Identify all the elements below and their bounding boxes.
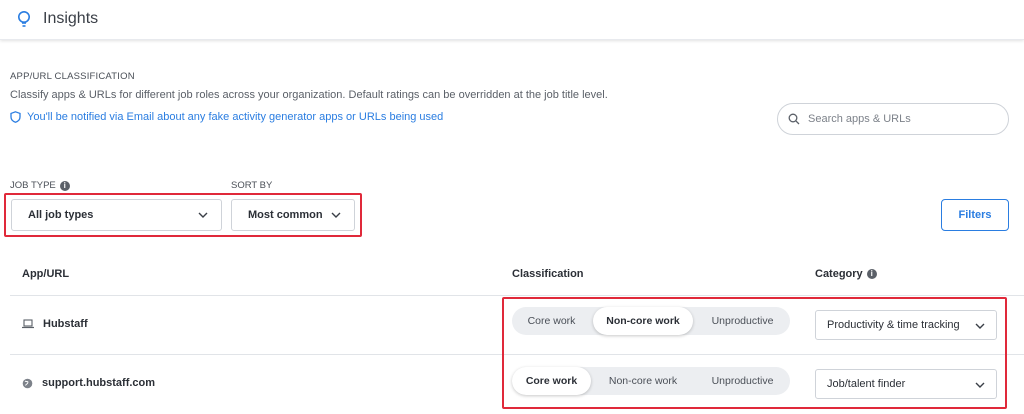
info-icon[interactable]: i (866, 269, 877, 279)
category-value: Productivity & time tracking (827, 319, 960, 331)
globe-icon (22, 378, 33, 388)
job-type-select[interactable]: All job types (11, 199, 222, 231)
table-row-name[interactable]: support.hubstaff.com (22, 377, 155, 389)
page-title: Insights (43, 10, 99, 27)
classification-toggle[interactable]: Core work Non-core work Unproductive (512, 367, 790, 395)
shield-icon (10, 111, 21, 123)
category-header-text: Category (815, 268, 863, 280)
column-header-app[interactable]: App/URL (22, 268, 69, 280)
filters-button[interactable]: Filters (941, 199, 1009, 231)
classification-toggle[interactable]: Core work Non-core work Unproductive (512, 307, 790, 335)
table-row-name[interactable]: Hubstaff (22, 318, 88, 330)
chevron-down-icon (331, 212, 341, 218)
app-name: support.hubstaff.com (42, 377, 156, 389)
category-value: Job/talent finder (827, 378, 906, 390)
chevron-down-icon (975, 323, 985, 329)
info-icon[interactable]: i (59, 180, 70, 191)
sort-by-select[interactable]: Most common (231, 199, 355, 231)
non-core-work-option[interactable]: Non-core work (593, 307, 693, 335)
section-label: APP/URL CLASSIFICATION (10, 71, 135, 82)
column-header-classification[interactable]: Classification (512, 268, 584, 280)
unproductive-option[interactable]: Unproductive (695, 367, 790, 395)
section-description: Classify apps & URLs for different job r… (10, 89, 608, 101)
app-name: Hubstaff (43, 318, 88, 330)
sort-by-label-text: SORT BY (231, 180, 273, 191)
chevron-down-icon (975, 382, 985, 388)
search-box[interactable] (777, 103, 1009, 135)
sort-by-value: Most common (248, 209, 323, 221)
category-select[interactable]: Job/talent finder (815, 369, 997, 399)
search-icon (788, 113, 800, 125)
unproductive-option[interactable]: Unproductive (695, 307, 790, 335)
job-type-value: All job types (28, 209, 94, 221)
core-work-option[interactable]: Core work (512, 367, 591, 395)
search-input[interactable] (808, 113, 998, 125)
core-work-option[interactable]: Core work (512, 307, 591, 335)
job-type-label-text: JOB TYPE (10, 180, 56, 191)
laptop-icon (22, 319, 34, 329)
column-header-category[interactable]: Category i (815, 268, 877, 280)
job-type-label: JOB TYPE i (10, 180, 70, 191)
lightbulb-icon (18, 11, 30, 27)
fake-activity-notice[interactable]: You'll be notified via Email about any f… (10, 111, 443, 123)
category-select[interactable]: Productivity & time tracking (815, 310, 997, 340)
sort-by-label: SORT BY (231, 180, 272, 191)
top-bar: Insights (0, 0, 1024, 40)
notice-text: You'll be notified via Email about any f… (27, 111, 444, 123)
non-core-work-option[interactable]: Non-core work (593, 367, 693, 395)
divider (10, 295, 1024, 296)
chevron-down-icon (198, 212, 208, 218)
